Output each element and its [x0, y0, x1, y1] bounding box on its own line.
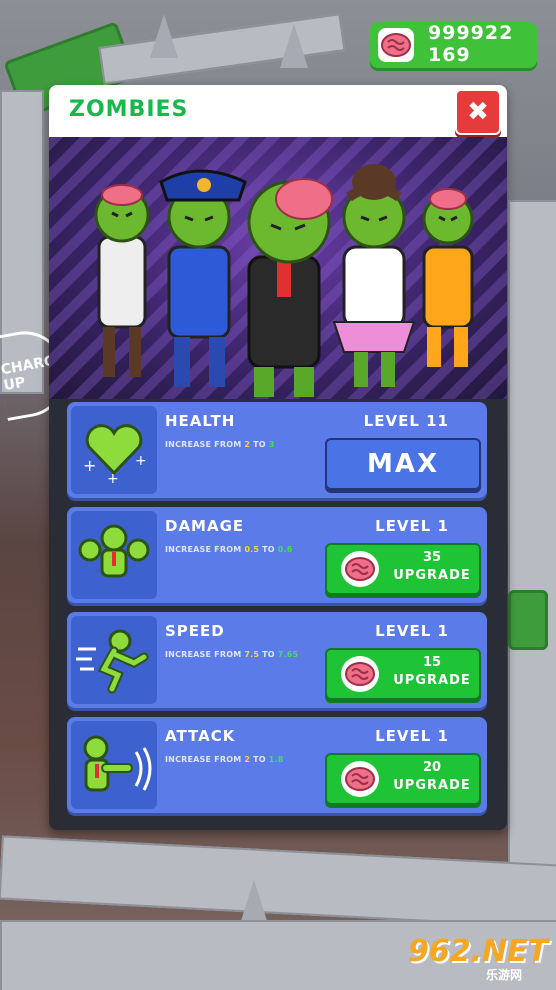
upgrade-level: LEVEL 1 [375, 727, 449, 745]
desc-prefix: INCREASE FROM [165, 650, 245, 659]
upgrade-name: ATTACK [165, 727, 236, 745]
upgrade-description: INCREASE FROM 2 TO 1.8 [165, 755, 284, 764]
upgrade-cost: 15 [422, 655, 442, 670]
zombie-girl [332, 164, 416, 387]
desc-prefix: INCREASE FROM [165, 440, 245, 449]
zombie-suit [247, 178, 333, 397]
panel-header: ZOMBIES ✖ [49, 85, 507, 137]
value-from: 7.5 [244, 650, 260, 659]
panel-title: ZOMBIES [69, 97, 189, 122]
desc-prefix: INCREASE FROM [165, 755, 245, 764]
upgrade-label: UPGRADE [393, 778, 471, 793]
zombies-panel: ZOMBIES ✖ + + + HEALTH INCREASE FROM 2 T… [49, 85, 507, 830]
upgrade-description: INCREASE FROM 7.5 TO 7.65 [165, 650, 298, 659]
upgrade-button[interactable]: 15 UPGRADE [325, 648, 481, 700]
currency-display: 999922 169 [370, 22, 537, 68]
value-from: 0.5 [244, 545, 260, 554]
castle-tower [280, 24, 308, 68]
upgrade-row-speed: SPEED INCREASE FROM 7.5 TO 7.65 LEVEL 1 … [67, 612, 487, 708]
castle-tower [150, 14, 178, 58]
close-icon: ✖ [467, 97, 489, 127]
svg-text:+: + [83, 456, 96, 475]
brains-count: 999922 [428, 22, 514, 44]
watermark-text: 962.NET [408, 934, 549, 969]
desc-prefix: INCREASE FROM [165, 545, 245, 554]
castle-wall [508, 200, 556, 904]
upgrade-button[interactable]: 35 UPGRADE [325, 543, 481, 595]
svg-text:+: + [135, 453, 147, 469]
brain-icon [341, 551, 379, 587]
upgrade-row-attack: ATTACK INCREASE FROM 2 TO 1.8 LEVEL 1 20… [67, 717, 487, 813]
upgrade-level: LEVEL 11 [363, 412, 449, 430]
castle-tower [240, 880, 268, 924]
upgrade-name: SPEED [165, 622, 225, 640]
value-to: 0.6 [277, 545, 293, 554]
upgrade-label: UPGRADE [393, 673, 471, 688]
hedge [508, 590, 548, 650]
watermark-logo: 962.NET 乐游网 [408, 934, 548, 982]
upgrade-level: LEVEL 1 [375, 622, 449, 640]
upgrade-description: INCREASE FROM 0.5 TO 0.6 [165, 545, 293, 554]
value-to: 7.65 [277, 650, 299, 659]
zombie-police [159, 169, 247, 387]
attack-icon [71, 721, 157, 809]
upgrade-cost: 20 [422, 760, 442, 775]
upgrade-name: DAMAGE [165, 517, 245, 535]
secondary-count: 169 [428, 44, 471, 66]
brain-icon [341, 761, 379, 797]
speed-icon [71, 616, 157, 704]
brain-currency-icon [378, 28, 414, 62]
zombie-group-illustration [94, 164, 474, 397]
desc-to: TO [259, 650, 278, 659]
upgrade-name: HEALTH [165, 412, 236, 430]
desc-to: TO [250, 755, 269, 764]
desc-to: TO [259, 545, 278, 554]
upgrade-row-damage: DAMAGE INCREASE FROM 0.5 TO 0.6 LEVEL 1 … [67, 507, 487, 603]
zombies-hero-image [49, 137, 507, 399]
svg-text:+: + [107, 471, 119, 485]
upgrade-row-health: + + + HEALTH INCREASE FROM 2 TO 3 LEVEL … [67, 402, 487, 498]
close-button[interactable]: ✖ [455, 89, 501, 135]
upgrade-button[interactable]: 20 UPGRADE [325, 753, 481, 805]
upgrade-cost: 35 [422, 550, 442, 565]
value-to: 1.8 [268, 755, 284, 764]
upgrade-label: UPGRADE [393, 568, 471, 583]
brain-icon [341, 656, 379, 692]
health-icon: + + + [71, 406, 157, 494]
damage-icon [71, 511, 157, 599]
value-to: 3 [268, 440, 275, 449]
upgrade-description: INCREASE FROM 2 TO 3 [165, 440, 275, 449]
max-button[interactable]: MAX [325, 438, 481, 490]
zombie-prisoner [422, 188, 474, 367]
upgrade-level: LEVEL 1 [375, 517, 449, 535]
watermark-subtext: 乐游网 [486, 968, 523, 982]
desc-to: TO [250, 440, 269, 449]
zombie-doctor [94, 184, 150, 377]
